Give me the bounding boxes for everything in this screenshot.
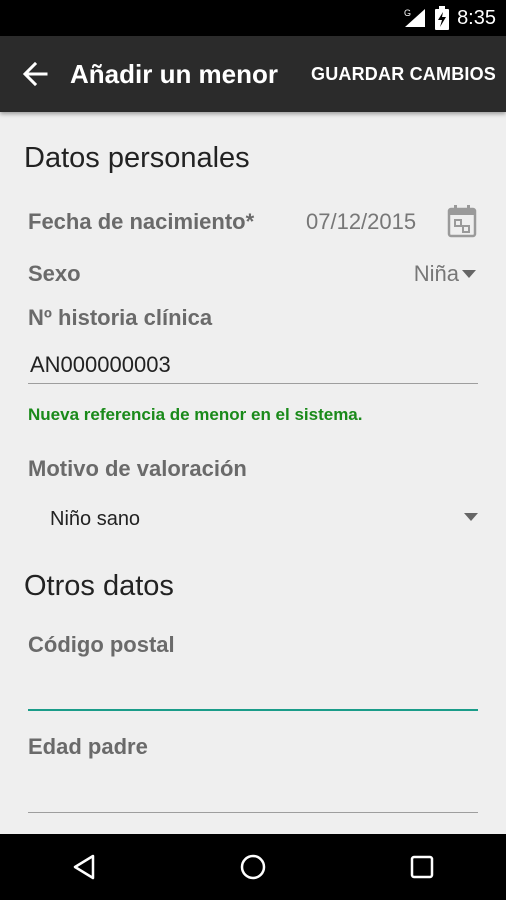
nav-recents-button[interactable] — [382, 834, 462, 900]
father-age-label: Edad padre — [28, 734, 148, 759]
history-field-underline — [28, 383, 478, 384]
history-helper-text: Nueva referencia de menor en el sistema. — [28, 405, 363, 424]
navigation-bar — [0, 834, 506, 900]
nav-home-icon — [240, 854, 266, 880]
postal-code-underline — [28, 709, 478, 711]
sex-value: Niña — [413, 261, 459, 286]
status-time: 8:35 — [457, 6, 496, 29]
nav-back-icon — [74, 854, 95, 880]
father-age-underline — [28, 812, 478, 813]
section-title-personal: Datos personales — [24, 142, 250, 174]
nav-recents-icon — [410, 855, 433, 879]
birth-date-label: Fecha de nacimiento* — [28, 209, 255, 234]
triangle-down-icon — [462, 270, 476, 278]
app-bar: Añadir un menor GUARDAR CAMBIOS — [0, 36, 506, 112]
nav-home-button[interactable] — [213, 834, 293, 900]
calendar-icon[interactable] — [446, 204, 478, 238]
section-title-other: Otros datos — [24, 570, 174, 602]
svg-text:G: G — [404, 8, 411, 18]
back-button[interactable] — [0, 36, 70, 112]
postal-code-label: Código postal — [28, 632, 175, 657]
motive-label: Motivo de valoración — [28, 456, 247, 481]
wifi-icon: G — [404, 8, 426, 27]
motive-value: Niño sano — [50, 508, 141, 530]
nav-back-button[interactable] — [44, 834, 124, 900]
triangle-down-icon — [464, 513, 478, 521]
sex-label: Sexo — [28, 261, 81, 286]
motive-spinner[interactable]: Niño sano — [28, 498, 478, 538]
page-title: Añadir un menor — [70, 58, 279, 89]
birth-date-value[interactable]: 07/12/2015 — [306, 209, 416, 235]
history-field[interactable]: AN000000003 — [30, 352, 171, 378]
sex-dropdown[interactable]: Niña — [414, 261, 476, 287]
form-content: Datos personales Fecha de nacimiento* 07… — [0, 112, 506, 834]
save-button[interactable]: GUARDAR CAMBIOS — [311, 64, 506, 85]
battery-charging-icon — [435, 6, 450, 30]
arrow-left-icon — [22, 61, 48, 87]
history-label: Nº historia clínica — [28, 305, 213, 330]
status-bar: G 8:35 — [0, 0, 506, 36]
